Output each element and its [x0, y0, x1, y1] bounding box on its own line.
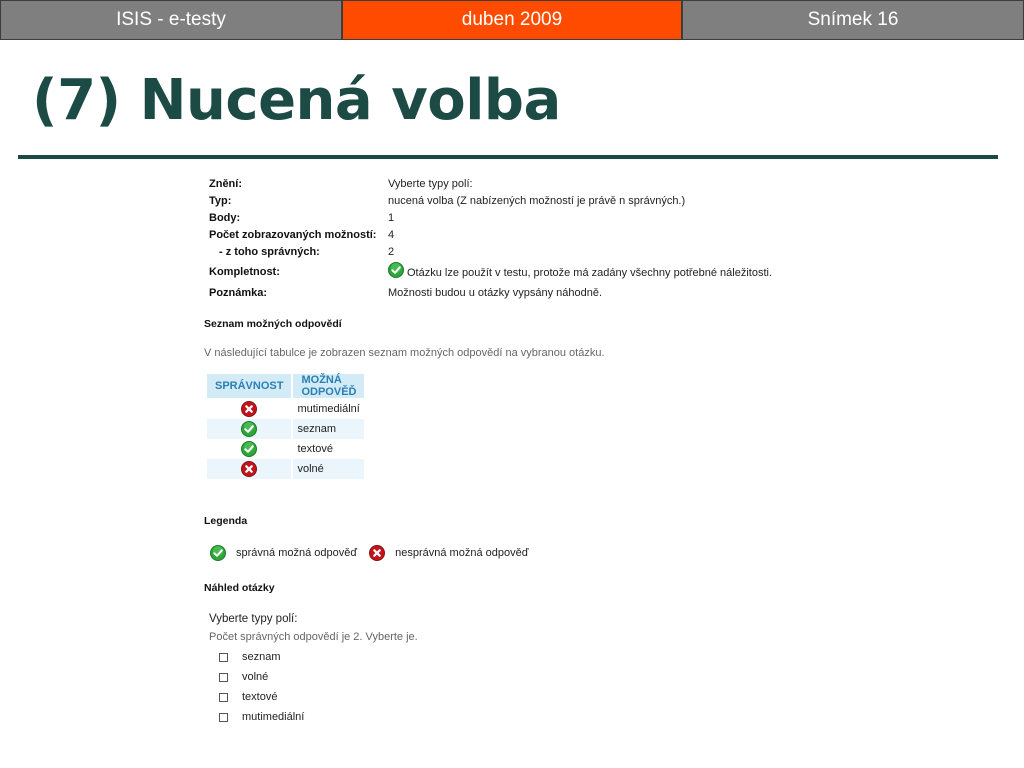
detail-value-typ: nucená volba (Z nabízených možností je p… — [388, 195, 686, 207]
answer-text: seznam — [293, 419, 365, 439]
detail-label-kompletnost: Kompletnost: — [209, 266, 280, 278]
header-slide-number: Snímek 16 — [682, 0, 1024, 40]
slide-title: (7) Nucená volba — [32, 68, 561, 133]
preview-heading: Náhled otázky — [204, 582, 275, 594]
legend-heading: Legenda — [204, 515, 248, 527]
legend: správná možná odpověď nesprávná možná od… — [210, 545, 528, 561]
cross-icon — [241, 461, 258, 477]
answer-text: mutimediální — [297, 403, 360, 415]
detail-value-spravnych: 2 — [388, 246, 395, 258]
answer-text: textové — [297, 443, 333, 455]
table-row: mutimediální — [207, 399, 364, 419]
cross-icon — [369, 545, 386, 561]
column-header-spravnost: SPRÁVNOST — [207, 374, 292, 399]
detail-label-typ: Typ: — [209, 195, 232, 207]
check-icon — [241, 441, 258, 457]
option-checkbox-seznam[interactable] — [219, 653, 228, 662]
check-icon — [388, 262, 404, 278]
detail-value-body: 1 — [388, 212, 395, 224]
header-date-label: duben 2009 — [342, 0, 682, 40]
option-label-volne: volné — [242, 671, 269, 683]
option-checkbox-volne[interactable] — [219, 673, 228, 682]
slide-header: ISIS - e-testy duben 2009 Snímek 16 — [0, 0, 1024, 40]
legend-incorrect-label: nesprávná možná odpověď — [395, 547, 529, 559]
answers-description: V následující tabulce je zobrazen seznam… — [204, 347, 605, 359]
answer-text: volné — [293, 459, 365, 479]
detail-label-body: Body: — [209, 212, 241, 224]
cross-icon — [241, 401, 258, 417]
option-label-mutimedialni: mutimediální — [242, 711, 305, 723]
table-row: textové — [207, 439, 364, 459]
detail-label-pocet: Počet zobrazovaných možností: — [209, 229, 377, 241]
table-row: volné — [207, 459, 365, 479]
table-row: seznam — [207, 419, 365, 439]
detail-value-zneni: Vyberte typy polí: — [388, 178, 473, 190]
option-label-seznam: seznam — [242, 651, 281, 663]
preview-instruction: Počet správných odpovědí je 2. Vyberte j… — [209, 631, 418, 643]
legend-correct: správná možná odpověď — [210, 545, 357, 561]
title-divider — [18, 155, 998, 159]
column-header-odpoved: MOŽNÁ ODPOVĚĎ — [293, 374, 365, 399]
legend-correct-label: správná možná odpověď — [236, 547, 358, 559]
legend-incorrect: nesprávná možná odpověď — [369, 545, 528, 561]
answers-heading: Seznam možných odpovědí — [204, 318, 342, 330]
answers-table: SPRÁVNOST MOŽNÁ ODPOVĚĎ mutimediální sez… — [205, 374, 366, 479]
detail-label-poznamka: Poznámka: — [209, 287, 268, 299]
detail-value-kompletnost-row: Otázku lze použít v testu, protože má za… — [388, 262, 773, 279]
detail-value-kompletnost: Otázku lze použít v testu, protože má za… — [407, 267, 773, 279]
option-checkbox-mutimedialni[interactable] — [219, 713, 228, 722]
detail-value-poznamka: Možnosti budou u otázky vypsány náhodně. — [388, 287, 603, 299]
option-checkbox-textove[interactable] — [219, 693, 228, 702]
header-left-label: ISIS - e-testy — [0, 0, 342, 40]
detail-label-spravnych: - z toho správných: — [219, 246, 320, 258]
option-label-textove: textové — [242, 691, 278, 703]
check-icon — [210, 545, 226, 561]
detail-value-pocet: 4 — [388, 229, 395, 241]
preview-question: Vyberte typy polí: — [209, 613, 298, 625]
detail-label-zneni: Znění: — [209, 178, 242, 190]
check-icon — [241, 421, 258, 437]
